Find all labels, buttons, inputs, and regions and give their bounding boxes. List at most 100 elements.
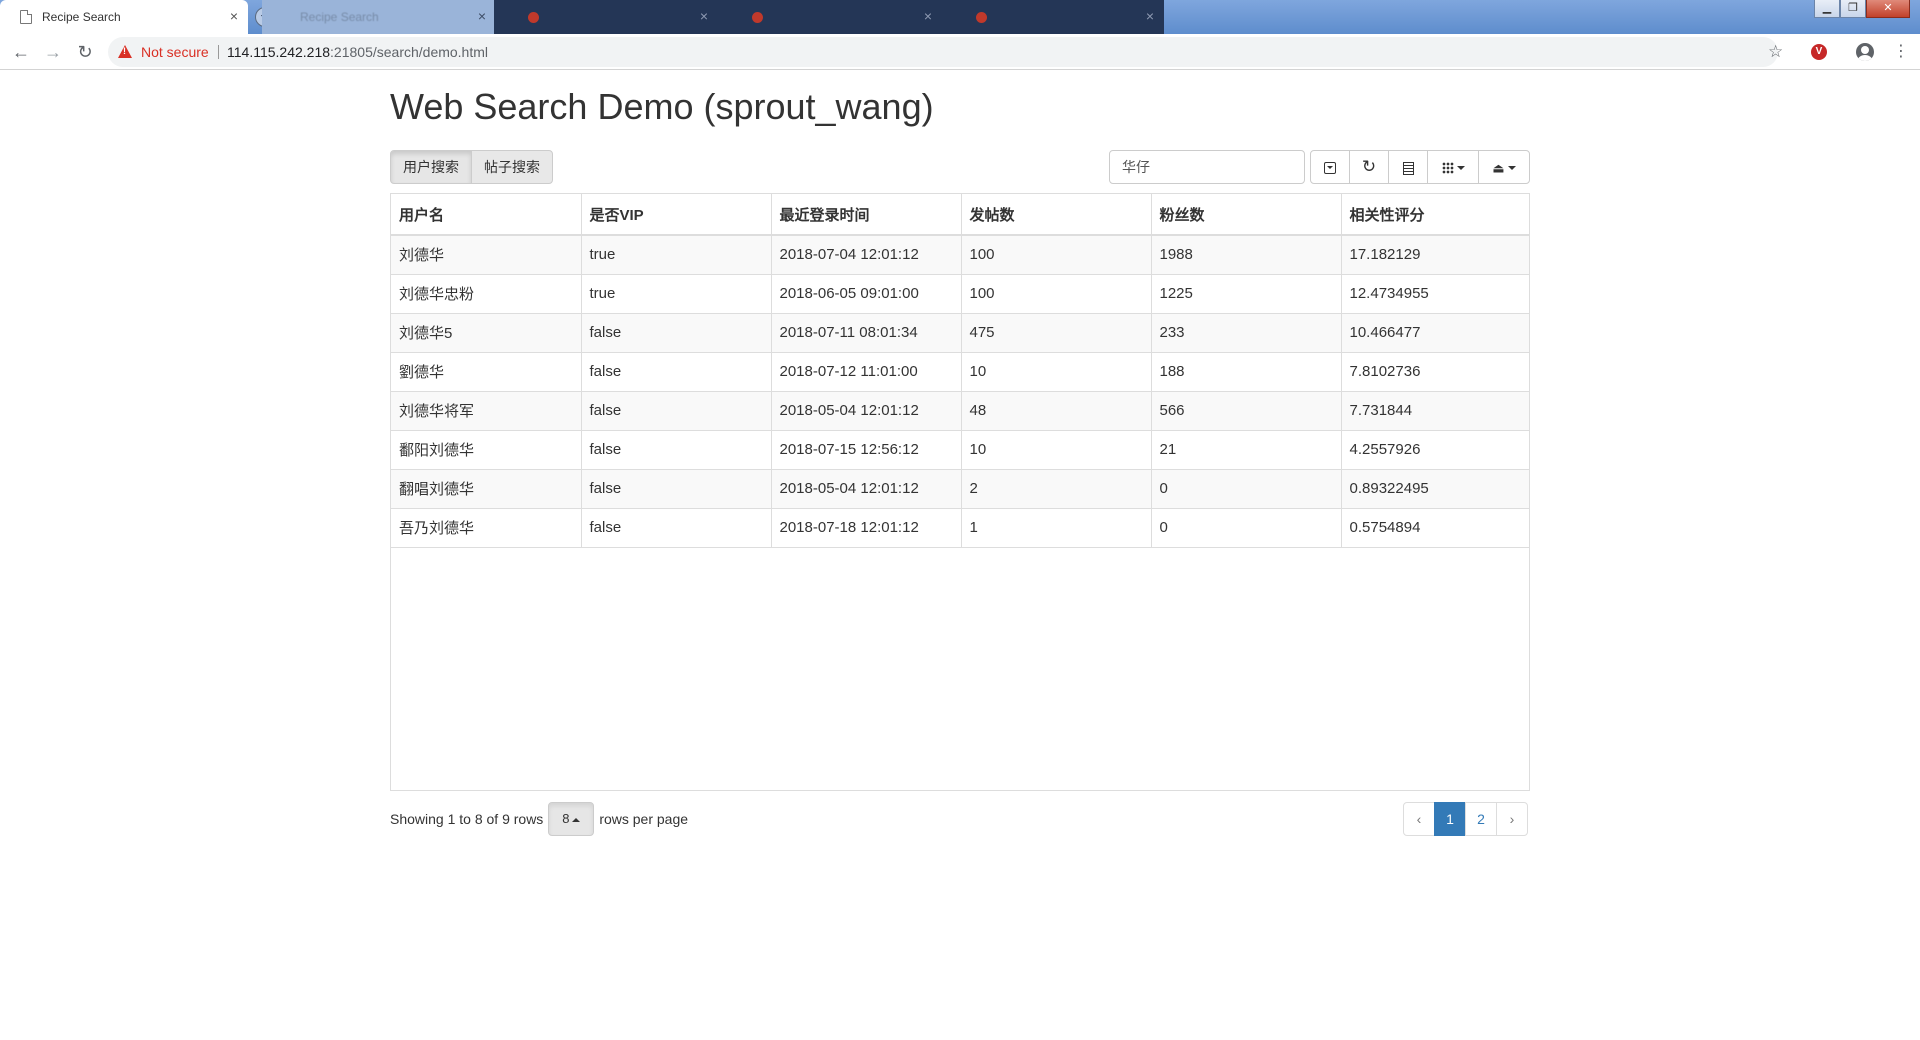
address-bar: ← → ↻ Not secure 114.115.242.218:21805/s… bbox=[0, 34, 1920, 70]
toggle-pagination-button[interactable] bbox=[1310, 150, 1350, 184]
browser-tab[interactable]: × bbox=[942, 0, 1164, 34]
browser-tab[interactable]: × bbox=[494, 0, 718, 34]
security-label[interactable]: Not secure bbox=[141, 37, 209, 67]
vip-cell: false bbox=[580, 429, 771, 469]
chevron-down-icon bbox=[1456, 166, 1465, 171]
tab-close-icon[interactable]: × bbox=[230, 9, 238, 23]
page-button-1[interactable]: 1 bbox=[1434, 802, 1466, 836]
follower-count-cell: 0 bbox=[1150, 468, 1341, 508]
tab-close-icon[interactable]: × bbox=[478, 9, 486, 23]
back-icon[interactable]: ← bbox=[11, 42, 31, 62]
table-row[interactable]: 翻唱刘德华 false 2018-05-04 12:01:12 2 0 0.89… bbox=[391, 468, 1529, 508]
columns-dropdown-button[interactable] bbox=[1427, 150, 1479, 184]
column-header-follower-count[interactable]: 粉丝数 bbox=[1150, 194, 1341, 236]
last-login-cell: 2018-07-11 08:01:34 bbox=[770, 312, 961, 352]
table-row[interactable]: 刘德华忠粉 true 2018-06-05 09:01:00 100 1225 … bbox=[391, 273, 1529, 313]
showing-rows-text: Showing 1 to 8 of 9 rows bbox=[390, 811, 544, 827]
tab-close-icon[interactable]: × bbox=[700, 9, 708, 23]
warning-icon[interactable] bbox=[118, 45, 132, 58]
table-toolbar: ↻ ⏏ bbox=[1310, 150, 1530, 184]
browser-tab-strip: Recipe Search × + Recipe Search × × × × … bbox=[0, 0, 1920, 34]
table-row[interactable]: 刘德华5 false 2018-07-11 08:01:34 475 233 1… bbox=[391, 312, 1529, 352]
url-separator bbox=[218, 45, 219, 59]
browser-tab[interactable]: × bbox=[718, 0, 942, 34]
window-close-icon[interactable]: ✕ bbox=[1866, 0, 1910, 18]
toggle-icon bbox=[1324, 162, 1336, 175]
page-icon bbox=[20, 10, 32, 24]
last-login-cell: 2018-07-18 12:01:12 bbox=[770, 507, 961, 548]
post-search-button[interactable]: 帖子搜索 bbox=[471, 150, 553, 184]
extension-icon[interactable]: V bbox=[1811, 44, 1827, 60]
browser-tab-active[interactable]: Recipe Search × bbox=[0, 0, 248, 34]
relevance-score-cell: 12.4734955 bbox=[1340, 273, 1529, 313]
username-cell: 刘德华 bbox=[391, 234, 581, 274]
user-search-button[interactable]: 用户搜索 bbox=[390, 150, 472, 184]
results-table: 用户名 是否VIP 最近登录时间 发帖数 粉丝数 相关性评分 刘德华 true … bbox=[391, 194, 1529, 548]
table-row[interactable]: 吾乃刘德华 false 2018-07-18 12:01:12 1 0 0.57… bbox=[391, 507, 1529, 548]
account-icon[interactable] bbox=[1856, 43, 1874, 61]
tab-title: Recipe Search bbox=[42, 10, 121, 24]
search-input[interactable] bbox=[1109, 150, 1305, 184]
tab-close-icon[interactable]: × bbox=[1146, 9, 1154, 23]
post-count-cell: 10 bbox=[960, 429, 1151, 469]
toggle-view-button[interactable] bbox=[1388, 150, 1428, 184]
post-count-cell: 48 bbox=[960, 390, 1151, 430]
relevance-score-cell: 0.5754894 bbox=[1340, 507, 1529, 548]
url-host: 114.115.242.218 bbox=[227, 44, 331, 60]
reload-icon[interactable]: ↻ bbox=[75, 42, 95, 62]
username-cell: 劉德华 bbox=[391, 351, 581, 391]
chevron-up-icon bbox=[572, 817, 581, 822]
username-cell: 吾乃刘德华 bbox=[391, 507, 581, 548]
forward-icon[interactable]: → bbox=[43, 42, 63, 62]
username-cell: 翻唱刘德华 bbox=[391, 468, 581, 508]
post-count-cell: 10 bbox=[960, 351, 1151, 391]
browser-tab[interactable]: Recipe Search × bbox=[262, 0, 496, 34]
relevance-score-cell: 10.466477 bbox=[1340, 312, 1529, 352]
follower-count-cell: 233 bbox=[1150, 312, 1341, 352]
rows-per-page-text: rows per page bbox=[599, 811, 689, 827]
site-icon bbox=[976, 11, 987, 23]
column-header-username[interactable]: 用户名 bbox=[391, 194, 581, 236]
table-row[interactable]: 刘德华 true 2018-07-04 12:01:12 100 1988 17… bbox=[391, 234, 1529, 274]
last-login-cell: 2018-06-05 09:01:00 bbox=[770, 273, 961, 313]
url-text[interactable]: 114.115.242.218:21805/search/demo.html bbox=[227, 37, 488, 67]
last-login-cell: 2018-05-04 12:01:12 bbox=[770, 390, 961, 430]
tab-close-icon[interactable]: × bbox=[924, 9, 932, 23]
relevance-score-cell: 7.8102736 bbox=[1340, 351, 1529, 391]
vip-cell: false bbox=[580, 468, 771, 508]
last-login-cell: 2018-07-12 11:01:00 bbox=[770, 351, 961, 391]
relevance-score-cell: 17.182129 bbox=[1340, 234, 1529, 274]
table-row[interactable]: 鄱阳刘德华 false 2018-07-15 12:56:12 10 21 4.… bbox=[391, 429, 1529, 469]
export-icon: ⏏ bbox=[1492, 160, 1505, 176]
export-dropdown-button[interactable]: ⏏ bbox=[1478, 150, 1530, 184]
browser-menu-icon[interactable]: ⋮ bbox=[1893, 42, 1909, 62]
tab-title: Recipe Search bbox=[300, 10, 379, 24]
page-button-2[interactable]: 2 bbox=[1465, 802, 1497, 836]
pagination: ‹ 1 2 › bbox=[1403, 802, 1528, 836]
next-page-button[interactable]: › bbox=[1496, 802, 1528, 836]
table-body: 刘德华 true 2018-07-04 12:01:12 100 1988 17… bbox=[391, 234, 1529, 548]
vip-cell: true bbox=[580, 273, 771, 313]
column-header-post-count[interactable]: 发帖数 bbox=[960, 194, 1151, 236]
refresh-button[interactable]: ↻ bbox=[1349, 150, 1389, 184]
column-header-last-login[interactable]: 最近登录时间 bbox=[770, 194, 961, 236]
follower-count-cell: 1988 bbox=[1150, 234, 1341, 274]
minimize-icon[interactable]: ▁ bbox=[1814, 0, 1840, 18]
maximize-icon[interactable]: ❐ bbox=[1840, 0, 1866, 18]
relevance-score-cell: 4.2557926 bbox=[1340, 429, 1529, 469]
columns-icon bbox=[1441, 162, 1454, 175]
url-bar[interactable]: Not secure 114.115.242.218:21805/search/… bbox=[108, 37, 1778, 67]
prev-page-button[interactable]: ‹ bbox=[1403, 802, 1435, 836]
bookmark-star-icon[interactable]: ☆ bbox=[1768, 42, 1783, 62]
site-icon bbox=[752, 11, 763, 23]
chevron-down-icon bbox=[1507, 166, 1516, 171]
column-header-vip[interactable]: 是否VIP bbox=[580, 194, 771, 236]
username-cell: 鄱阳刘德华 bbox=[391, 429, 581, 469]
column-header-relevance-score[interactable]: 相关性评分 bbox=[1340, 194, 1529, 236]
follower-count-cell: 188 bbox=[1150, 351, 1341, 391]
table-row[interactable]: 刘德华将军 false 2018-05-04 12:01:12 48 566 7… bbox=[391, 390, 1529, 430]
results-table-container: 用户名 是否VIP 最近登录时间 发帖数 粉丝数 相关性评分 刘德华 true … bbox=[390, 193, 1530, 791]
page-size-dropdown[interactable]: 8 bbox=[548, 802, 595, 836]
username-cell: 刘德华将军 bbox=[391, 390, 581, 430]
table-row[interactable]: 劉德华 false 2018-07-12 11:01:00 10 188 7.8… bbox=[391, 351, 1529, 391]
